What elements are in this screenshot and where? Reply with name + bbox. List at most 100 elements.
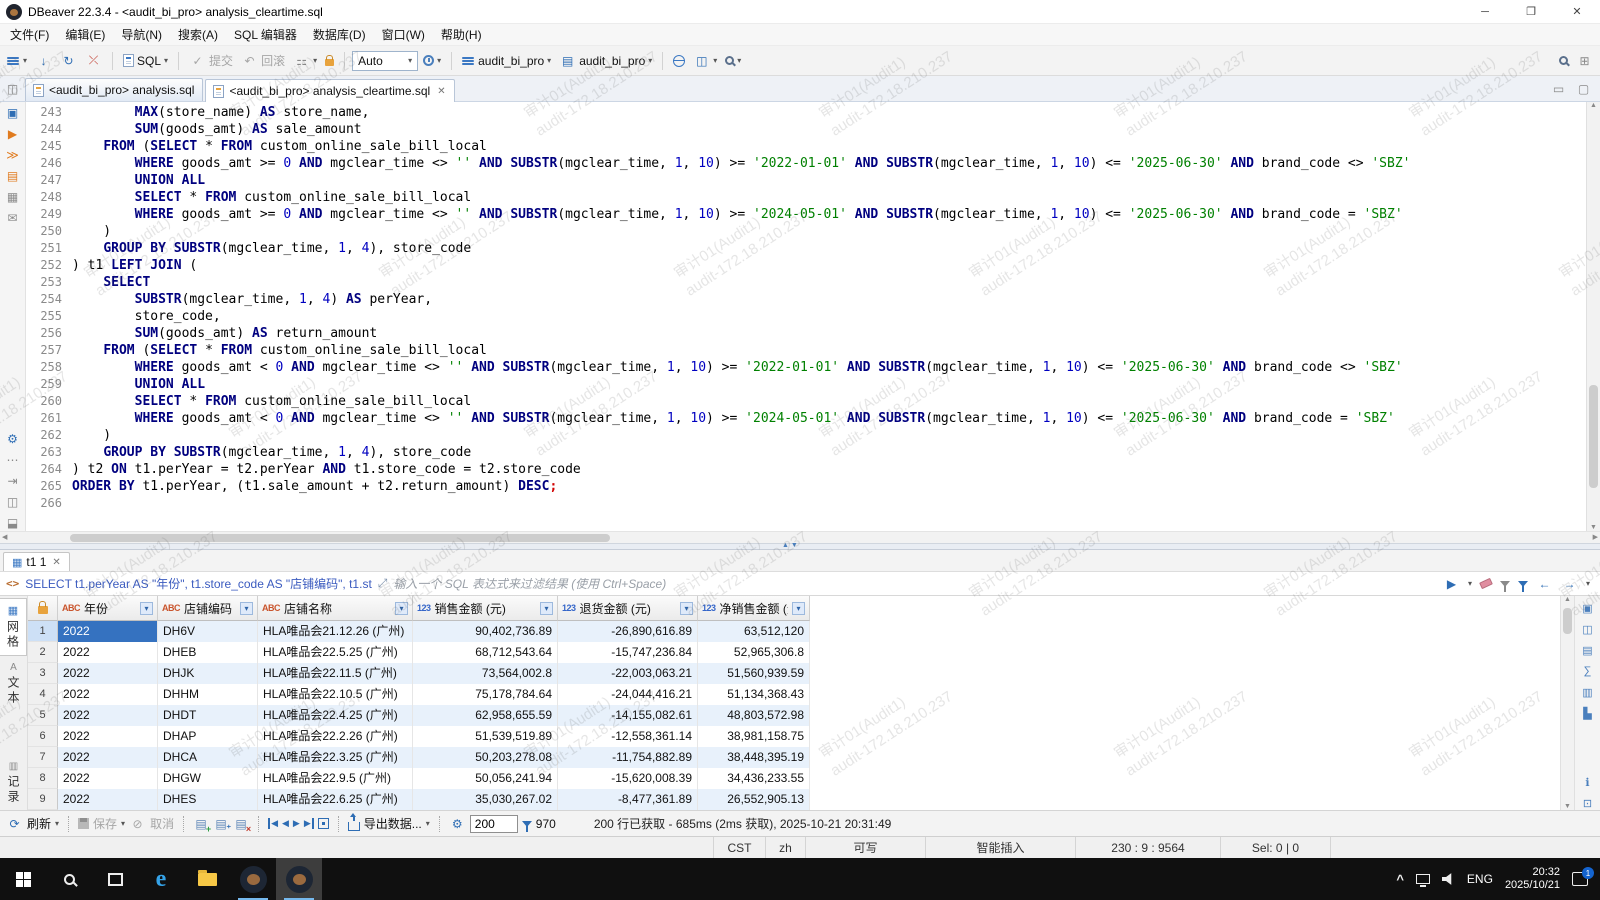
save-state-icon[interactable]: ⬓ xyxy=(4,515,22,531)
last-row-button[interactable]: ▶ xyxy=(304,818,314,829)
menu-item[interactable]: 窗口(W) xyxy=(374,23,433,46)
row-number[interactable]: 9 xyxy=(28,789,58,810)
maximize-view-icon[interactable]: ▢ xyxy=(1575,80,1592,97)
execute-script-icon[interactable]: ≫ xyxy=(4,147,22,163)
grid-cell[interactable]: 75,178,784.64 xyxy=(413,684,558,705)
delete-row-button[interactable]: ▤ × xyxy=(233,816,251,834)
grid-cell[interactable]: 2022 xyxy=(58,621,158,642)
grid-cell[interactable]: 35,030,267.02 xyxy=(413,789,558,810)
rollback-button[interactable]: ↶ 回滚 xyxy=(238,50,288,71)
insert-mode-indicator[interactable]: 智能插入 xyxy=(925,837,1075,858)
clear-filter-icon[interactable] xyxy=(1479,577,1493,590)
grid-view-tab[interactable]: ▦ 网格 xyxy=(0,598,27,656)
results-tab-t1[interactable]: ▦ t1 1 ✕ xyxy=(3,552,70,571)
row-number[interactable]: 3 xyxy=(28,663,58,684)
transaction-lock-button[interactable] xyxy=(322,53,337,68)
next-row-button[interactable]: ▶ xyxy=(293,818,300,829)
grid-cell[interactable]: 2022 xyxy=(58,705,158,726)
grid-cell[interactable]: 63,512,120 xyxy=(698,621,810,642)
tab-analysis-cleartime-sql[interactable]: <audit_bi_pro> analysis_cleartime.sql ✕ xyxy=(205,79,455,102)
grid-cell[interactable]: 68,712,543.64 xyxy=(413,642,558,663)
clock[interactable]: 20:32 2025/10/21 xyxy=(1505,866,1560,892)
start-button[interactable] xyxy=(0,858,46,900)
commit-button[interactable]: ✓ 提交 xyxy=(186,50,236,71)
edge-browser-button[interactable]: e xyxy=(138,858,184,900)
reconnect-button[interactable]: ↻ xyxy=(57,50,80,71)
grid-cell[interactable]: HLA唯品会22.11.5 (广州) xyxy=(258,663,413,684)
grid-cell[interactable]: -8,477,361.89 xyxy=(558,789,698,810)
filters-icon[interactable] xyxy=(1517,580,1528,592)
caret-position[interactable]: 230 : 9 : 9564 xyxy=(1075,837,1220,858)
explain-plan-icon[interactable]: ▤ xyxy=(4,168,22,184)
grid-cell[interactable]: 2022 xyxy=(58,642,158,663)
record-view-tab[interactable]: ▥ 记录 xyxy=(0,755,27,810)
tab-close-icon[interactable]: ✕ xyxy=(437,86,445,97)
settings-gear-icon[interactable]: ⚙ xyxy=(4,431,22,447)
task-view-button[interactable] xyxy=(92,858,138,900)
references-icon[interactable]: ⊡ xyxy=(1580,796,1596,810)
script-log-icon[interactable]: ◫ xyxy=(4,494,22,510)
grid-cell[interactable]: 62,958,655.59 xyxy=(413,705,558,726)
menu-item[interactable]: 编辑(E) xyxy=(57,23,113,46)
grid-cell[interactable]: -15,620,008.39 xyxy=(558,768,698,789)
column-header[interactable]: 123净销售金额 (元) ▾ xyxy=(698,596,810,621)
grid-cell[interactable]: 2022 xyxy=(58,663,158,684)
row-number[interactable]: 1 xyxy=(28,621,58,642)
grid-scroll-up-icon[interactable]: ▲ xyxy=(1561,596,1574,603)
previous-row-button[interactable]: ◀ xyxy=(282,818,289,829)
grid-cell[interactable]: 34,436,233.55 xyxy=(698,768,810,789)
grid-cell[interactable]: 26,552,905.13 xyxy=(698,789,810,810)
history-forward-icon[interactable]: → xyxy=(1561,575,1578,592)
menu-item[interactable]: 数据库(D) xyxy=(305,23,374,46)
grid-cell[interactable]: HLA唯品会22.6.25 (广州) xyxy=(258,789,413,810)
maximize-results-icon[interactable]: ▣ xyxy=(1580,601,1596,615)
grid-cell[interactable]: 51,560,939.59 xyxy=(698,663,810,684)
grid-cell[interactable]: -15,747,236.84 xyxy=(558,642,698,663)
grid-cell[interactable]: HLA唯品会22.3.25 (广州) xyxy=(258,747,413,768)
result-settings-gear-icon[interactable]: ⚙ xyxy=(449,815,466,832)
column-filter-button[interactable]: ▾ xyxy=(680,601,693,615)
grid-cell[interactable]: 2022 xyxy=(58,684,158,705)
dbeaver-taskbar-button-1[interactable] xyxy=(230,858,276,900)
first-row-button[interactable]: ◀ xyxy=(268,818,278,829)
go-to-row-button[interactable] xyxy=(317,818,329,829)
edit-filter-icon[interactable] xyxy=(1499,580,1510,592)
grid-cell[interactable]: HLA唯品会22.9.5 (广州) xyxy=(258,768,413,789)
row-number[interactable]: 4 xyxy=(28,684,58,705)
grid-scroll-down-icon[interactable]: ▼ xyxy=(1561,803,1574,810)
minimize-view-icon[interactable]: ▭ xyxy=(1550,80,1567,97)
grid-cell[interactable]: 2022 xyxy=(58,768,158,789)
dbeaver-taskbar-button-2[interactable] xyxy=(276,858,322,900)
fetch-size-input[interactable] xyxy=(469,814,518,833)
grid-cell[interactable]: 38,981,158.75 xyxy=(698,726,810,747)
row-number[interactable]: 8 xyxy=(28,768,58,789)
splitter-handle-icon[interactable]: ▲▼ xyxy=(782,542,800,549)
notification-center-button[interactable]: 1 xyxy=(1572,867,1594,886)
grid-cell[interactable]: 2022 xyxy=(58,747,158,768)
chart-icon[interactable]: ▙ xyxy=(1580,706,1596,720)
taskbar-search-button[interactable] xyxy=(46,858,92,900)
grid-cell[interactable]: DH6V xyxy=(158,621,258,642)
tab-analysis-sql[interactable]: <audit_bi_pro> analysis.sql xyxy=(25,78,204,101)
grid-cell[interactable]: -26,890,616.89 xyxy=(558,621,698,642)
grid-cell[interactable]: 51,134,368.43 xyxy=(698,684,810,705)
grid-cell[interactable]: DHES xyxy=(158,789,258,810)
grid-cell[interactable]: -22,003,063.21 xyxy=(558,663,698,684)
grid-cell[interactable]: 73,564,002.8 xyxy=(413,663,558,684)
quick-search-button[interactable] xyxy=(1556,54,1571,67)
column-filter-button[interactable]: ▾ xyxy=(240,601,253,615)
connection-selector[interactable]: audit_bi_pro ▾ xyxy=(459,52,554,70)
panels-layout-icon[interactable]: ◫ xyxy=(1580,622,1596,636)
grid-cell[interactable]: 50,056,241.94 xyxy=(413,768,558,789)
duplicate-row-button[interactable]: ▤ ⁺ xyxy=(213,816,231,833)
scroll-up-icon[interactable]: ▲ xyxy=(1587,102,1600,109)
column-filter-button[interactable]: ▾ xyxy=(395,601,408,615)
grid-corner-cell[interactable] xyxy=(28,596,58,621)
language-indicator[interactable]: ENG xyxy=(1467,872,1493,886)
execute-statement-icon[interactable]: ▶ xyxy=(4,126,22,142)
close-button[interactable]: ✕ xyxy=(1554,0,1600,23)
grid-cell[interactable]: 52,965,306.8 xyxy=(698,642,810,663)
grid-cell[interactable]: -14,155,082.61 xyxy=(558,705,698,726)
output-log-icon[interactable]: ⇥ xyxy=(4,473,22,489)
column-filter-button[interactable]: ▾ xyxy=(140,601,153,615)
